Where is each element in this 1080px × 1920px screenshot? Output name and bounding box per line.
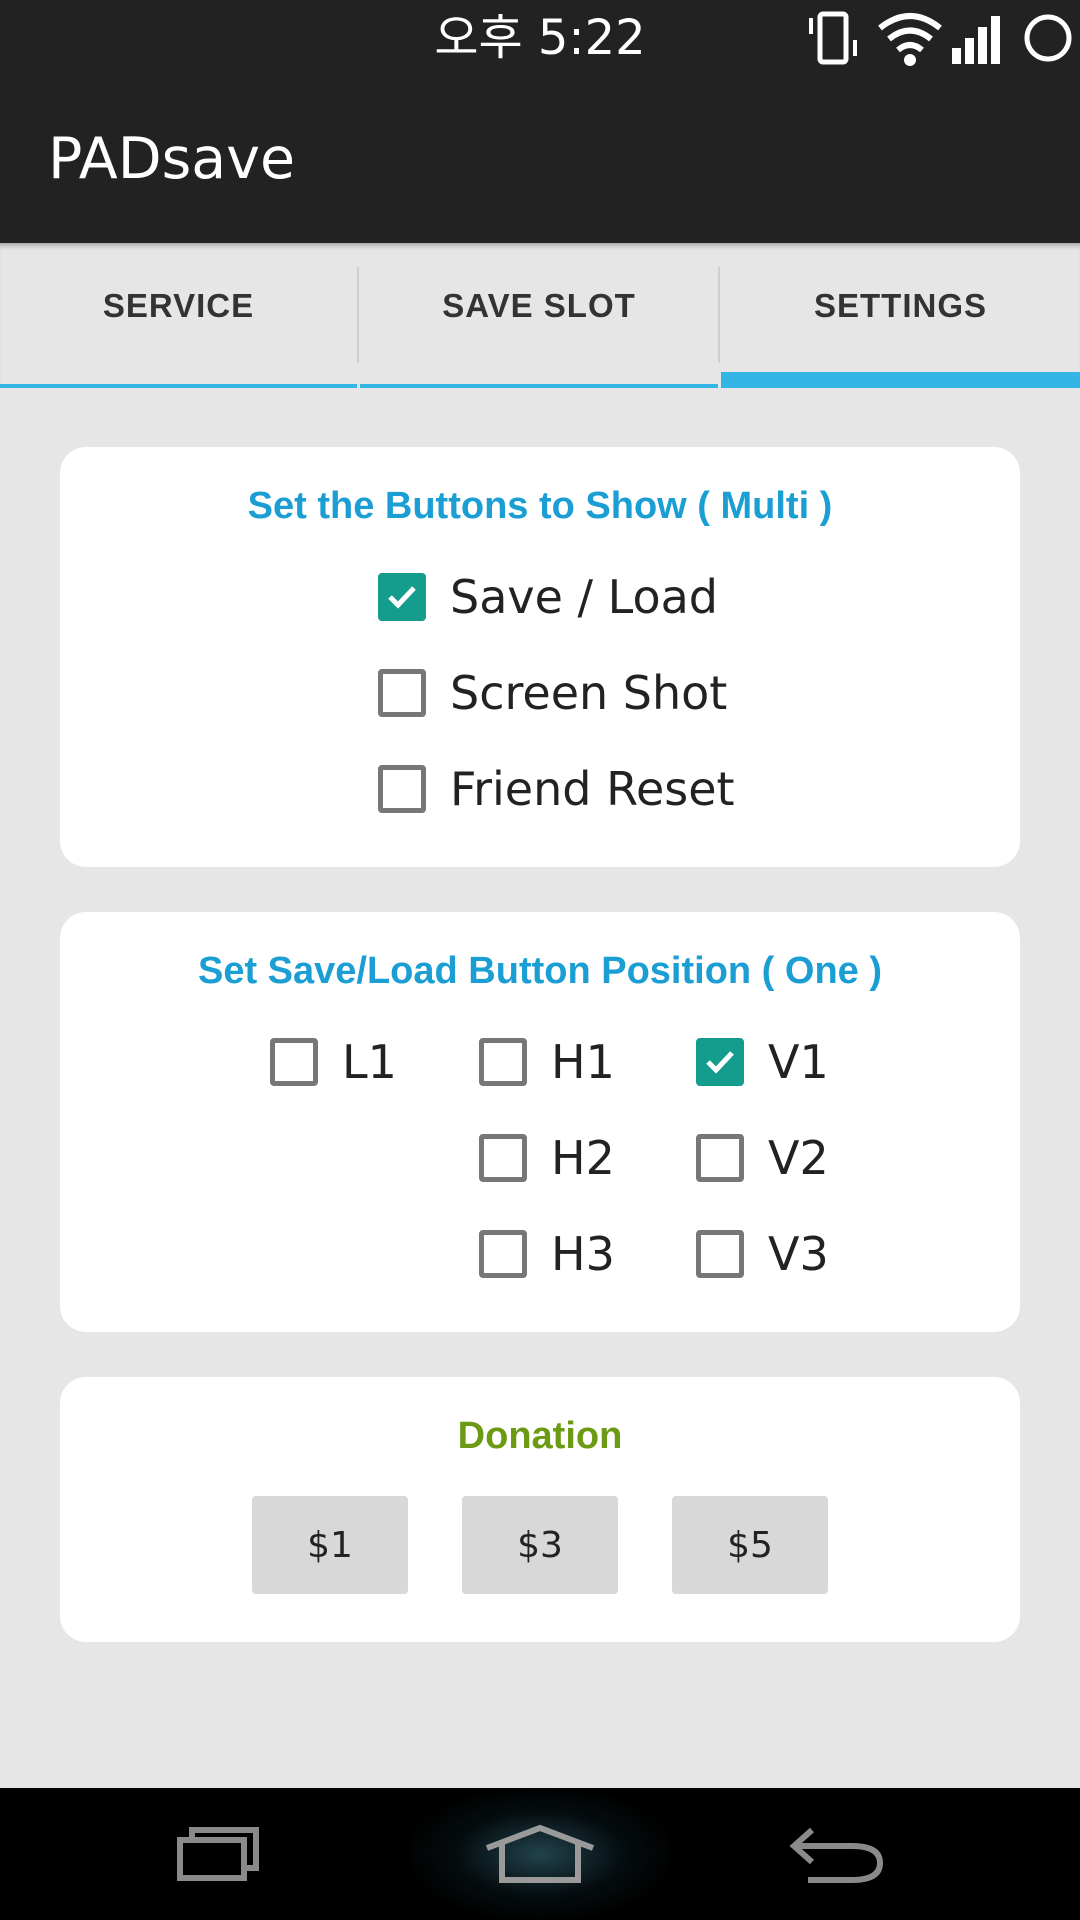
checkbox-unchecked[interactable] (479, 1038, 527, 1086)
tab-divider (718, 267, 720, 363)
position-card: Set Save/Load Button Position ( One ) L1… (60, 912, 1020, 1332)
navigation-bar (0, 1788, 1080, 1920)
tab-bar: SERVICE SAVE SLOT SETTINGS (0, 243, 1080, 388)
tab-label: SETTINGS (813, 286, 988, 324)
checkbox-label: H2 (551, 1131, 615, 1185)
status-time: 오후 5:22 (434, 10, 646, 66)
checkbox-screen-shot[interactable]: Screen Shot (378, 663, 727, 723)
checkmark-icon (706, 1051, 734, 1074)
checkbox-v3[interactable]: V3 (696, 1224, 829, 1284)
signal-icon (950, 10, 1008, 73)
checkbox-unchecked[interactable] (378, 669, 426, 717)
checkbox-checked[interactable] (696, 1038, 744, 1086)
checkbox-label: Save / Load (450, 570, 719, 624)
show-buttons-title: Set the Buttons to Show ( Multi ) (247, 485, 833, 527)
checkbox-h1[interactable]: H1 (479, 1032, 615, 1092)
vibrate-icon (806, 10, 868, 73)
recent-apps-button[interactable] (158, 1788, 338, 1920)
back-icon (789, 1827, 884, 1883)
checkbox-unchecked[interactable] (378, 765, 426, 813)
checkbox-label: V1 (768, 1035, 829, 1089)
tab-label: SAVE SLOT (442, 286, 636, 324)
checkbox-unchecked[interactable] (479, 1134, 527, 1182)
status-bar: 오후 5:22 (0, 0, 1080, 75)
donate-1-button[interactable]: $1 (252, 1496, 408, 1594)
tab-save-slot[interactable]: SAVE SLOT (360, 243, 718, 388)
tab-divider (357, 267, 359, 363)
checkbox-h2[interactable]: H2 (479, 1128, 615, 1188)
checkbox-v1[interactable]: V1 (696, 1032, 829, 1092)
tab-settings[interactable]: SETTINGS (721, 243, 1080, 388)
home-icon (485, 1824, 595, 1883)
tab-active-indicator (721, 372, 1080, 388)
checkbox-friend-reset[interactable]: Friend Reset (378, 759, 735, 819)
show-buttons-card: Set the Buttons to Show ( Multi ) Save /… (60, 447, 1020, 867)
checkbox-unchecked[interactable] (270, 1038, 318, 1086)
checkbox-h3[interactable]: H3 (479, 1224, 615, 1284)
wifi-icon (876, 10, 944, 73)
checkbox-checked[interactable] (378, 573, 426, 621)
position-title: Set Save/Load Button Position ( One ) (197, 950, 883, 992)
donation-title: Donation (457, 1415, 623, 1457)
checkbox-v2[interactable]: V2 (696, 1128, 829, 1188)
home-button[interactable] (450, 1788, 630, 1920)
circle-icon (1022, 10, 1074, 73)
checkbox-label: Screen Shot (450, 666, 728, 720)
checkbox-label: H3 (551, 1227, 615, 1281)
donate-3-button[interactable]: $3 (462, 1496, 618, 1594)
checkbox-label: H1 (551, 1035, 615, 1089)
checkbox-save-load[interactable]: Save / Load (378, 567, 718, 627)
recent-apps-icon (177, 1827, 259, 1881)
checkbox-unchecked[interactable] (479, 1230, 527, 1278)
checkbox-label: V3 (768, 1227, 829, 1281)
checkbox-label: Friend Reset (450, 762, 735, 816)
app-title: PADsave (48, 126, 296, 192)
donate-5-button[interactable]: $5 (672, 1496, 828, 1594)
action-bar: PADsave (0, 75, 1080, 243)
checkbox-l1[interactable]: L1 (270, 1032, 397, 1092)
checkmark-icon (388, 586, 416, 609)
checkbox-unchecked[interactable] (696, 1230, 744, 1278)
back-button[interactable] (768, 1788, 948, 1920)
tab-service[interactable]: SERVICE (0, 243, 357, 388)
tab-underline (0, 384, 357, 388)
checkbox-label: V2 (768, 1131, 829, 1185)
checkbox-unchecked[interactable] (696, 1134, 744, 1182)
tab-label: SERVICE (102, 286, 255, 324)
checkbox-label: L1 (342, 1035, 397, 1089)
tab-underline (360, 384, 718, 388)
